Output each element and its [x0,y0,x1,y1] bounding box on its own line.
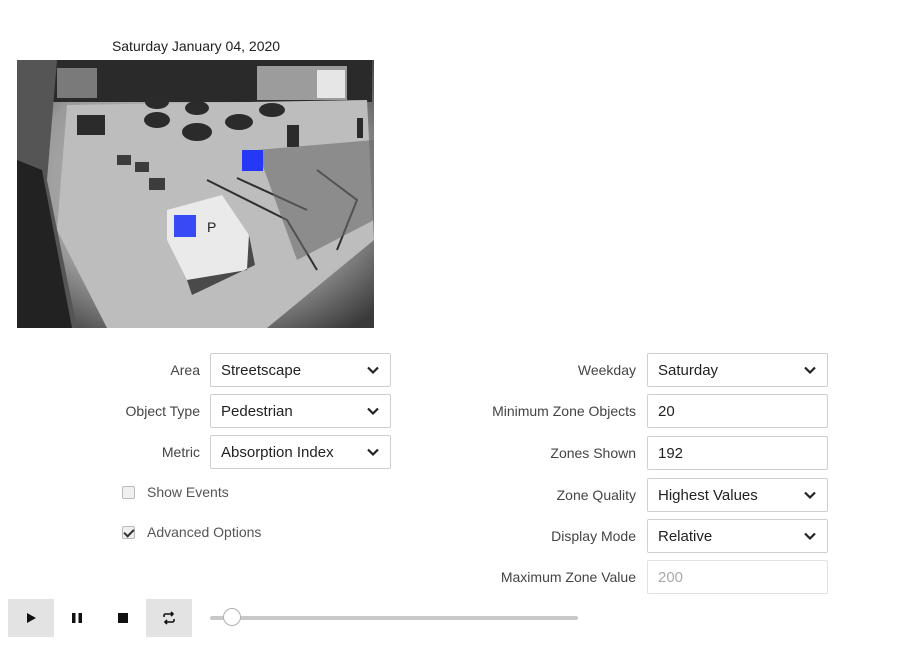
object-type-select[interactable]: Pedestrian [210,394,391,428]
loop-button[interactable] [146,599,192,637]
stop-button[interactable] [100,599,146,637]
maximum-zone-value-value: 200 [658,568,684,586]
area-value: Streetscape [221,361,302,379]
play-icon [27,613,36,623]
advanced-options-label: Advanced Options [147,524,262,540]
zone-marker [174,215,196,237]
chevron-down-icon [804,366,816,375]
play-button[interactable] [8,599,54,637]
camera-date: Saturday January 04, 2020 [111,38,281,54]
minimum-zone-objects-label: Minimum Zone Objects [492,403,636,419]
zones-shown-input[interactable]: 192 [647,436,828,470]
display-mode-value: Relative [658,527,713,545]
chevron-down-icon [804,532,816,541]
metric-select[interactable]: Absorption Index [210,435,391,469]
weekday-select[interactable]: Saturday [647,353,828,387]
loop-icon [163,611,175,625]
show-events-checkbox[interactable] [122,485,135,499]
chevron-down-icon [804,491,816,500]
chevron-down-icon [367,448,379,457]
object-type-value: Pedestrian [221,402,293,420]
timeline-slider[interactable] [210,608,578,626]
zones-shown-label: Zones Shown [550,445,636,461]
advanced-options-checkbox-row[interactable]: Advanced Options [122,524,261,540]
advanced-options-checkbox[interactable] [122,525,135,539]
chevron-down-icon [367,366,379,375]
zone-quality-label: Zone Quality [556,487,636,503]
pause-button[interactable] [54,599,100,637]
display-mode-select[interactable]: Relative [647,519,828,553]
weekday-value: Saturday [658,361,719,379]
zone-quality-select[interactable]: Highest Values [647,478,828,512]
chevron-down-icon [367,407,379,416]
playback-controls [8,599,192,637]
minimum-zone-objects-input[interactable]: 20 [647,394,828,428]
metric-label: Metric [161,444,200,460]
stop-icon [118,613,128,623]
camera-feed-image: P [17,60,374,328]
zone-marker [242,150,263,171]
weekday-label: Weekday [577,362,636,378]
area-label: Area [170,362,200,378]
area-select[interactable]: Streetscape [210,353,391,387]
display-mode-label: Display Mode [551,528,636,544]
pause-icon [72,613,82,623]
maximum-zone-value-label: Maximum Zone Value [500,569,636,585]
zone-quality-value: Highest Values [658,486,758,504]
object-type-label: Object Type [125,403,200,419]
camera-view: P [17,60,374,328]
zones-shown-value: 192 [658,444,684,462]
minimum-zone-objects-value: 20 [658,402,675,420]
kiosk-sign-letter: P [207,219,216,235]
show-events-checkbox-row[interactable]: Show Events [122,484,229,500]
maximum-zone-value-input[interactable]: 200 [647,560,828,594]
metric-value: Absorption Index [221,443,334,461]
show-events-label: Show Events [147,484,229,500]
timeline-slider-thumb[interactable] [223,608,242,626]
